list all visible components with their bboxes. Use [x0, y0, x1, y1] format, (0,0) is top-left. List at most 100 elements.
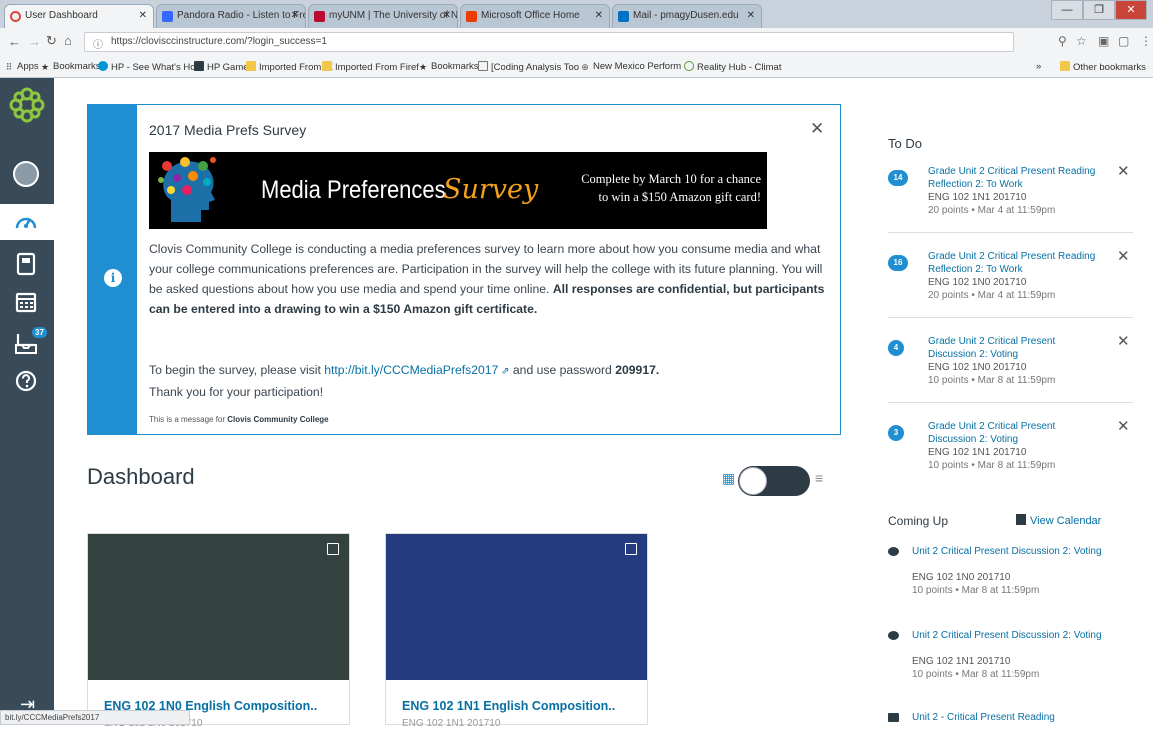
cast-icon[interactable]: ▢ [1118, 34, 1129, 48]
todo-item-title[interactable]: Grade Unit 2 Critical Present Discussion… [928, 420, 1098, 446]
help-icon[interactable] [15, 370, 37, 392]
bookmark-bookmarks[interactable]: ★ Bookmarks [40, 61, 101, 72]
list-view-icon[interactable]: ≡ [815, 470, 823, 486]
reload-icon[interactable]: ↻ [46, 33, 57, 49]
info-icon[interactable]: ⓘ [93, 36, 103, 51]
close-announcement-button[interactable]: ✕ [810, 119, 824, 139]
browser-tab-mail[interactable]: Mail - pmagyDusen.edu ✕ [612, 4, 762, 28]
tab-label: Pandora Radio - Listen to Free Music [177, 10, 305, 21]
courses-book-icon[interactable] [15, 252, 37, 276]
external-link-icon: ⇗ [498, 366, 510, 377]
survey-link[interactable]: http://bit.ly/CCCMediaPrefs2017 [324, 363, 498, 377]
bookmark-reality-hub[interactable]: Reality Hub - Climat [684, 61, 781, 73]
browser-tab-pandora[interactable]: Pandora Radio - Listen to Free Music ✕ [156, 4, 306, 28]
avatar[interactable] [13, 161, 39, 187]
dismiss-icon[interactable]: ✕ [1117, 334, 1130, 349]
browser-tab-user-dashboard[interactable]: User Dashboard ✕ [4, 4, 154, 28]
browser-tab-office[interactable]: Microsoft Office Home ✕ [460, 4, 610, 28]
bookmark-coding-analysis[interactable]: [Coding Analysis Too [478, 61, 579, 73]
browser-tab-myunm[interactable]: myUNM | The University of New Mexico ✕ [308, 4, 458, 28]
address-bar[interactable]: ⓘ https://clovisccinstructure.com/?login… [84, 32, 1014, 52]
course-card-code: ENG 102 1N1 201710 [402, 718, 501, 729]
close-window-button[interactable]: ✕ [1115, 0, 1147, 20]
reading-icon [888, 713, 899, 722]
extension-icon[interactable]: ▣ [1098, 34, 1109, 48]
tab-label: Microsoft Office Home [481, 10, 580, 21]
coming-up-title[interactable]: Unit 2 Critical Present Discussion 2: Vo… [912, 629, 1112, 642]
bookmark-other[interactable]: Other bookmarks [1060, 61, 1146, 73]
bookmark-imported-ie[interactable]: Imported From IE [246, 61, 333, 73]
calendar-icon [1016, 514, 1026, 525]
discussion-icon [888, 547, 899, 556]
announcement-footer: This is a message for Clovis Community C… [149, 415, 329, 424]
announcement-body-2: To begin the survey, please visit http:/… [149, 363, 660, 399]
maximize-button[interactable]: ❐ [1083, 0, 1115, 20]
bookmarks-bar: ⠿ Apps ★ Bookmarks HP - See What's Hot HP … [0, 56, 1153, 78]
announcement-body-1: Clovis Community College is conducting a… [149, 242, 825, 316]
bookmark-star-icon[interactable]: ☆ [1076, 34, 1087, 48]
coming-up-title[interactable]: Unit 2 - Critical Present Reading [912, 711, 1112, 724]
toggle-knob [739, 467, 767, 495]
todo-item-title[interactable]: Grade Unit 2 Critical Present Reading Re… [928, 165, 1098, 191]
coming-up-due: 10 points • Mar 8 at 11:59pm [912, 669, 1040, 680]
tab-label: myUNM | The University of New Mexico [329, 10, 458, 21]
minimize-button[interactable]: — [1051, 0, 1083, 20]
forward-arrow-icon[interactable]: → [28, 34, 41, 49]
course-card[interactable]: ENG 102 1N0 English Composition.. ENG 10… [87, 533, 350, 729]
dismiss-icon[interactable]: ✕ [1117, 249, 1130, 264]
survey-banner-image: Media Preferences Survey Complete by Mar… [149, 152, 767, 229]
bookmark-hp-games[interactable]: HP Games [194, 61, 253, 73]
close-tab-icon[interactable]: ✕ [443, 10, 451, 21]
dashboard-view-toggle[interactable] [738, 466, 810, 496]
close-tab-icon[interactable]: ✕ [291, 10, 299, 21]
todo-item-course: ENG 102 1N0 201710 [928, 362, 1027, 373]
dashboard-gauge-icon[interactable] [14, 211, 38, 233]
apps-grid-icon: ⠿ [5, 62, 13, 72]
course-card-title[interactable]: ENG 102 1N1 English Composition.. [402, 699, 615, 713]
inbox-unread-badge: 37 [32, 327, 47, 338]
dismiss-icon[interactable]: ✕ [1117, 419, 1130, 434]
info-icon: i [104, 269, 122, 287]
page-title: Dashboard [87, 464, 195, 489]
bookmarks-overflow[interactable]: » [1036, 61, 1041, 72]
globe-icon: ⊕ [581, 62, 589, 72]
circle-icon [684, 61, 694, 71]
canvas-logo-icon[interactable] [8, 86, 46, 124]
card-view-grid-icon[interactable]: ▦ [722, 470, 735, 487]
bookmark-apps[interactable]: ⠿ Apps [4, 61, 39, 72]
dismiss-icon[interactable]: ✕ [1117, 164, 1130, 179]
close-tab-icon[interactable]: ✕ [139, 10, 147, 21]
bookmark-hp-hot[interactable]: HP - See What's Hot [98, 61, 198, 73]
edit-card-icon[interactable] [625, 543, 637, 555]
close-tab-icon[interactable]: ✕ [595, 10, 603, 21]
coming-up-heading: Coming Up [888, 514, 949, 528]
back-arrow-icon[interactable]: ← [8, 34, 21, 49]
url-text: https://clovisccinstructure.com/?login_s… [111, 36, 327, 47]
calendar-icon[interactable] [15, 291, 37, 313]
course-card-hero[interactable] [88, 534, 349, 680]
home-icon[interactable]: ⌂ [64, 33, 72, 48]
needs-grading-badge: 4 [888, 340, 904, 356]
course-card[interactable]: ENG 102 1N1 English Composition.. ENG 10… [385, 533, 648, 729]
edit-card-icon[interactable] [327, 543, 339, 555]
todo-item-title[interactable]: Grade Unit 2 Critical Present Discussion… [928, 335, 1098, 361]
bookmark-imported-firefox[interactable]: Imported From Firef [322, 61, 419, 73]
menu-dots-icon[interactable]: ⋮ [1140, 34, 1152, 48]
folder-icon [246, 61, 256, 71]
zoom-icon[interactable]: ⚲ [1058, 34, 1067, 48]
bookmark-new-mexico[interactable]: ⊕ New Mexico Perform [580, 61, 681, 72]
tab-label: User Dashboard [25, 10, 98, 21]
bookmark-bookmarks-2[interactable]: ★ Bookmarks [418, 61, 479, 72]
coming-up-title[interactable]: Unit 2 Critical Present Discussion 2: Vo… [912, 545, 1112, 558]
view-calendar-link[interactable]: View Calendar [1016, 514, 1101, 527]
course-card-hero[interactable] [386, 534, 647, 680]
coming-up-due: 10 points • Mar 8 at 11:59pm [912, 585, 1040, 596]
announcement-title: 2017 Media Prefs Survey [149, 122, 307, 138]
unm-favicon-icon [314, 11, 325, 22]
coming-up-course: ENG 102 1N1 201710 [912, 656, 1011, 667]
games-icon [194, 61, 204, 71]
banner-cta: Complete by March 10 for a chance to win… [581, 172, 761, 204]
todo-item-title[interactable]: Grade Unit 2 Critical Present Reading Re… [928, 250, 1098, 276]
close-tab-icon[interactable]: ✕ [747, 10, 755, 21]
star-icon: ★ [40, 62, 50, 72]
